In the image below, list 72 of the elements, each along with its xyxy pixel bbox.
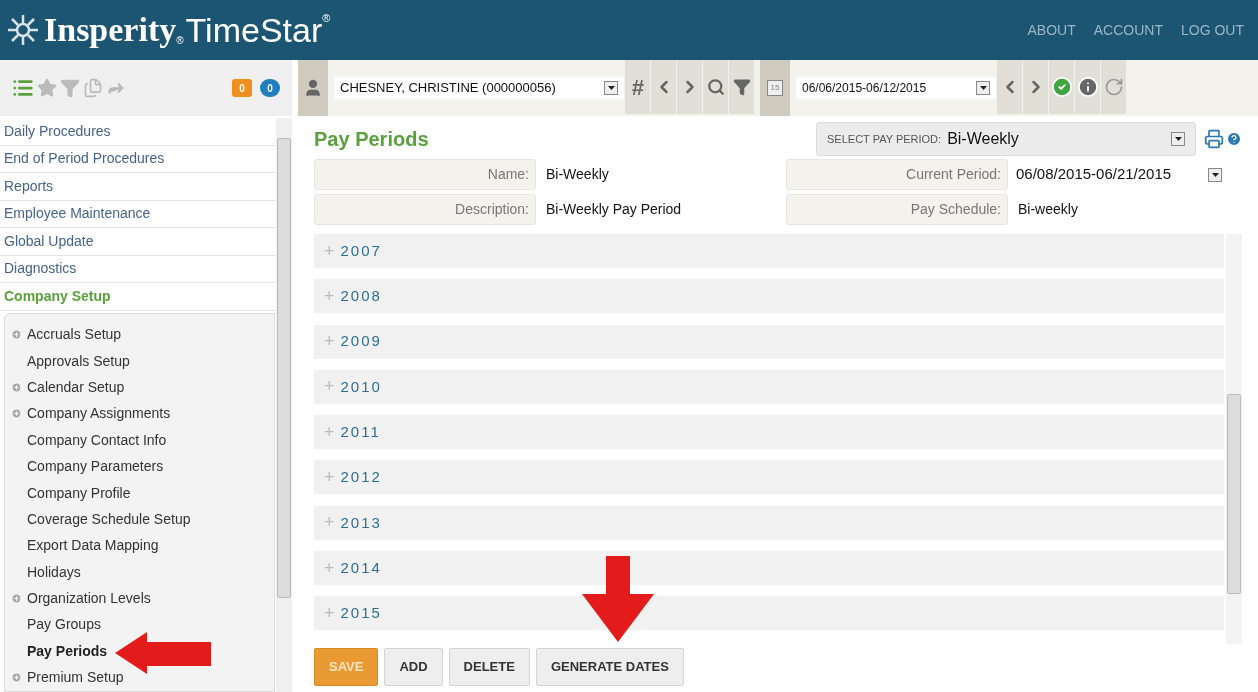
sidebar-item[interactable]: Reports bbox=[0, 173, 275, 201]
submenu-item[interactable]: Accruals Setup bbox=[27, 324, 122, 346]
sidebar-item[interactable]: Daily Procedures bbox=[0, 118, 275, 146]
submenu-item[interactable]: Company Contact Info bbox=[27, 429, 167, 451]
page-title: Pay Periods bbox=[314, 127, 429, 152]
submenu-item[interactable]: Pay Periods bbox=[27, 640, 108, 662]
search-icon[interactable] bbox=[706, 78, 725, 96]
submenu-item[interactable]: Holidays bbox=[27, 561, 81, 583]
help-icon[interactable] bbox=[1226, 131, 1242, 147]
sidebar-item[interactable]: End of Period Procedures bbox=[0, 145, 275, 173]
pay-period-select[interactable]: SELECT PAY PERIOD: Bi-Weekly bbox=[816, 122, 1196, 156]
field-value: Bi-Weekly Pay Period bbox=[546, 200, 682, 219]
submenu-item[interactable]: Calendar Setup bbox=[27, 376, 125, 398]
logo-icon bbox=[6, 13, 40, 47]
registered-mark: ® bbox=[322, 11, 331, 24]
product-name: TimeStar bbox=[185, 13, 323, 47]
expand-icon[interactable] bbox=[10, 593, 22, 605]
arrow-icon bbox=[115, 632, 213, 674]
field-label: Current Period: bbox=[786, 159, 1008, 190]
field-label: Name: bbox=[314, 159, 536, 190]
scrollbar[interactable] bbox=[276, 118, 292, 692]
sidebar-item[interactable]: Global Update bbox=[0, 228, 275, 256]
registered-mark: ® bbox=[176, 35, 184, 46]
year-row[interactable]: + 2011 bbox=[314, 415, 1224, 450]
submenu-item[interactable]: Company Profile bbox=[27, 482, 131, 504]
submenu-item[interactable]: Coverage Schedule Setup bbox=[27, 508, 191, 530]
period-select[interactable]: 06/08/2015-06/21/2015 bbox=[1012, 162, 1226, 187]
check-icon[interactable] bbox=[1050, 76, 1073, 98]
expand-icon[interactable] bbox=[10, 672, 22, 684]
header-link[interactable]: LOG OUT bbox=[1181, 19, 1244, 41]
year-row[interactable]: + 2014 bbox=[314, 551, 1224, 586]
field-label: Description: bbox=[314, 194, 536, 225]
submenu-item[interactable]: Export Data Mapping bbox=[27, 535, 159, 557]
field-label: Pay Schedule: bbox=[786, 194, 1008, 225]
expand-icon[interactable] bbox=[10, 408, 22, 420]
expand-icon[interactable] bbox=[10, 329, 22, 341]
submenu-item[interactable]: Organization Levels bbox=[27, 588, 151, 610]
scrollbar[interactable] bbox=[1226, 234, 1242, 644]
year-row[interactable]: + 2007 bbox=[314, 234, 1224, 268]
submenu-item[interactable]: Company Parameters bbox=[27, 456, 164, 478]
year-row[interactable]: + 2008 bbox=[314, 279, 1224, 314]
submenu-item[interactable]: Company Assignments bbox=[27, 403, 171, 425]
expand-icon[interactable] bbox=[10, 381, 22, 393]
star-icon[interactable] bbox=[37, 78, 57, 98]
employee-select[interactable]: CHESNEY, CHRISTINE (000000056) bbox=[334, 77, 624, 99]
header-link[interactable]: ACCOUNT bbox=[1093, 19, 1163, 41]
year-row[interactable]: + 2015 bbox=[314, 596, 1224, 631]
year-row[interactable]: + 2013 bbox=[314, 505, 1224, 540]
field-value: Bi-Weekly bbox=[546, 165, 609, 184]
header-link[interactable]: ABOUT bbox=[1027, 19, 1076, 41]
documents-icon[interactable] bbox=[83, 78, 103, 98]
submenu-item[interactable]: Pay Groups bbox=[27, 614, 101, 636]
action-button[interactable]: GENERATE DATES bbox=[535, 648, 684, 686]
submenu-item[interactable]: Approvals Setup bbox=[27, 350, 130, 372]
sidebar-item[interactable]: Employee Maintenance bbox=[0, 200, 275, 228]
sidebar-item[interactable]: Diagnostics bbox=[0, 255, 275, 283]
brand-logo: Insperity bbox=[44, 13, 177, 47]
notification-badge[interactable]: 0 bbox=[260, 79, 280, 97]
year-row[interactable]: + 2009 bbox=[314, 324, 1224, 359]
action-button[interactable]: DELETE bbox=[448, 648, 530, 686]
year-row[interactable]: + 2012 bbox=[314, 460, 1224, 495]
action-button[interactable]: ADD bbox=[384, 648, 443, 686]
list-icon[interactable] bbox=[12, 77, 34, 99]
date-range-select[interactable]: 06/06/2015-06/12/2015 bbox=[796, 77, 996, 99]
submenu-item[interactable]: Premium Setup bbox=[27, 667, 124, 689]
filter-icon[interactable] bbox=[732, 78, 751, 96]
arrow-icon bbox=[582, 556, 654, 642]
person-icon bbox=[298, 60, 328, 116]
year-row[interactable]: + 2010 bbox=[314, 369, 1224, 404]
field-value: Bi-weekly bbox=[1018, 200, 1078, 219]
print-icon[interactable] bbox=[1204, 129, 1224, 149]
info-icon[interactable] bbox=[1076, 76, 1099, 98]
